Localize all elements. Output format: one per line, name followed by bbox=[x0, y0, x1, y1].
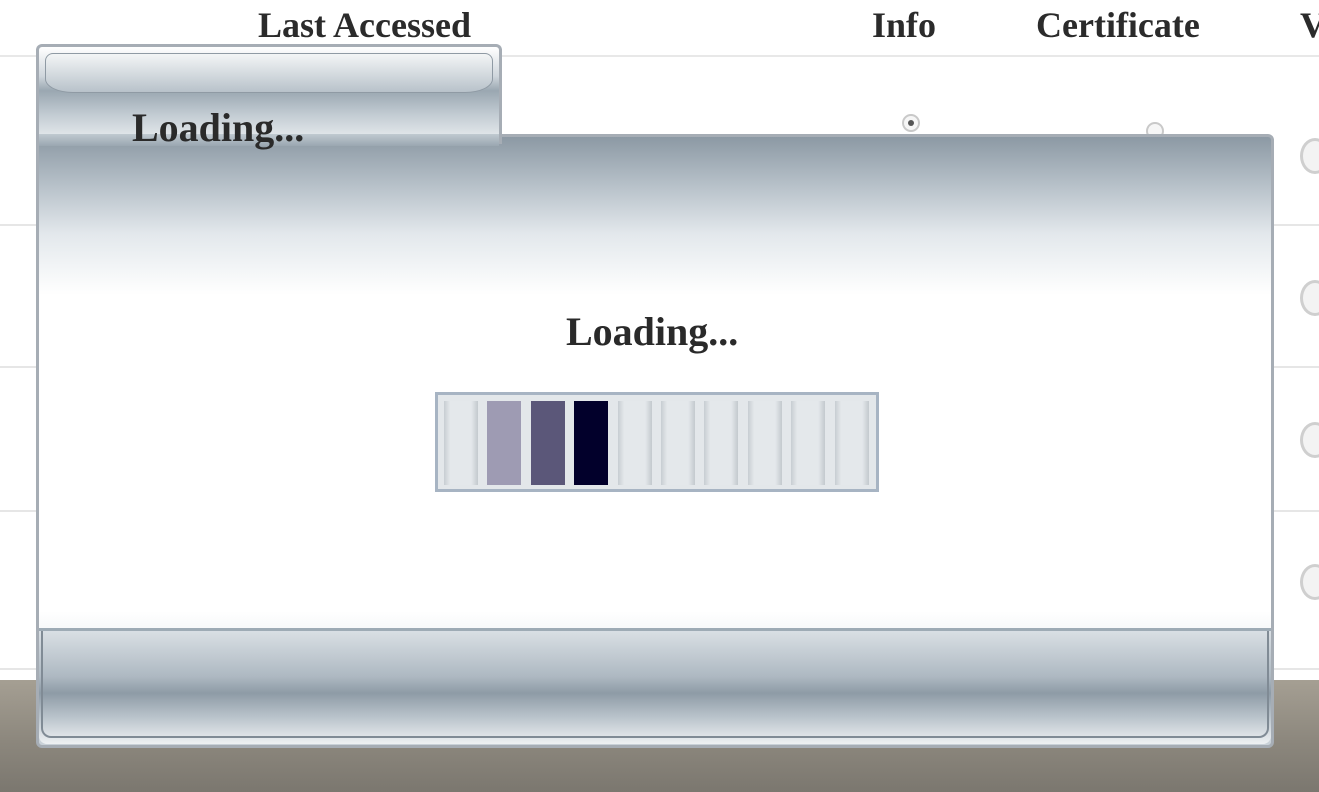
progress-segment bbox=[791, 401, 826, 485]
column-header-info[interactable]: Info bbox=[872, 4, 936, 46]
row-radio[interactable] bbox=[1300, 564, 1319, 600]
row-radio[interactable] bbox=[1300, 422, 1319, 458]
dialog-footer bbox=[39, 628, 1271, 744]
progress-segment bbox=[661, 401, 695, 485]
column-header-certificate[interactable]: Certificate bbox=[1036, 4, 1200, 46]
dialog-footer-frame bbox=[41, 631, 1269, 738]
dialog-tab-gloss bbox=[45, 53, 493, 93]
progress-segment bbox=[834, 401, 869, 485]
progress-segment bbox=[574, 401, 609, 485]
progress-segment bbox=[704, 401, 739, 485]
progress-segment bbox=[617, 401, 652, 485]
row-radio[interactable] bbox=[1300, 280, 1319, 316]
info-radio[interactable] bbox=[902, 114, 920, 132]
row-radio[interactable] bbox=[1300, 138, 1319, 174]
progress-segment bbox=[487, 401, 522, 485]
progress-segment bbox=[747, 401, 782, 485]
dialog-tab-title: Loading... bbox=[132, 105, 305, 150]
progress-segment bbox=[444, 401, 478, 485]
loading-message: Loading... bbox=[566, 309, 739, 354]
progress-segment bbox=[530, 401, 565, 485]
loading-progress-bar bbox=[435, 392, 879, 492]
column-header-last-accessed[interactable]: Last Accessed bbox=[258, 4, 471, 46]
column-header-truncated[interactable]: V bbox=[1300, 4, 1319, 46]
